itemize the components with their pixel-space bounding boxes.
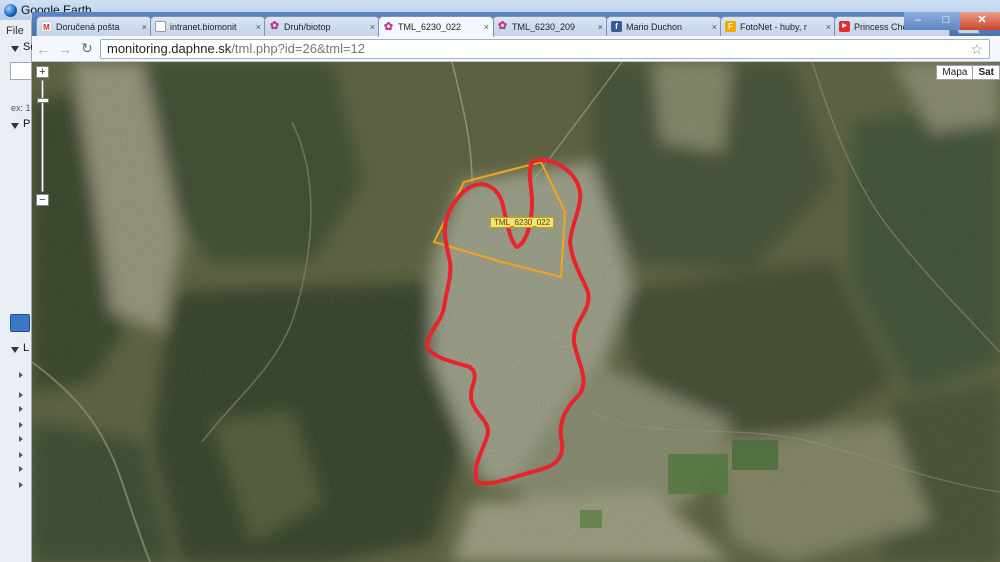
tree-expand-icon[interactable]: [19, 406, 23, 412]
satellite-imagery: [32, 62, 1000, 562]
flower-icon: ✿: [269, 20, 280, 32]
address-domain: monitoring.daphne.sk: [107, 41, 232, 56]
tab-4[interactable]: ✿ TML_6230_022 ×: [378, 16, 494, 37]
address-path: /tml.php?id=26&tml=12: [231, 41, 366, 56]
google-earth-globe-icon: [4, 3, 17, 17]
facebook-icon: f: [611, 21, 622, 32]
close-tab-icon[interactable]: ×: [598, 22, 603, 32]
minimize-button[interactable]: –: [904, 12, 932, 30]
layers-panel-label: L: [23, 342, 30, 354]
close-tab-icon[interactable]: ×: [826, 22, 831, 32]
bookmark-star-icon[interactable]: ☆: [970, 40, 983, 58]
tab-3[interactable]: ✿ Druh/biotop ×: [264, 16, 380, 36]
google-earth-sidebar: File Se ex: 1 P L: [0, 20, 36, 562]
tree-expand-icon[interactable]: [19, 392, 23, 398]
menu-file[interactable]: File: [6, 25, 24, 37]
earth-search-button[interactable]: [10, 314, 30, 332]
reload-button[interactable]: ↻: [76, 40, 98, 57]
tab-1[interactable]: M Doručená pošta ×: [36, 16, 152, 36]
tab-5[interactable]: ✿ TML_6230_209 ×: [492, 16, 608, 36]
document-icon: [155, 21, 166, 32]
zoom-out-button[interactable]: −: [36, 194, 49, 206]
tab-7[interactable]: F FotoNet - huby, r ×: [720, 16, 836, 36]
tab-title: Doručená pošta: [56, 21, 120, 32]
address-bar[interactable]: monitoring.daphne.sk/tml.php?id=26&tml=1…: [100, 39, 990, 59]
tree-expand-icon[interactable]: [19, 482, 23, 488]
close-tab-icon[interactable]: ×: [256, 22, 261, 32]
tree-expand-icon[interactable]: [19, 422, 23, 428]
tab-title: TML_6230_209: [512, 21, 576, 32]
search-panel-toggle-icon[interactable]: [11, 46, 19, 52]
fotonet-icon: F: [725, 21, 736, 32]
close-tab-icon[interactable]: ×: [484, 22, 489, 32]
tree-expand-icon[interactable]: [19, 372, 23, 378]
tree-expand-icon[interactable]: [19, 466, 23, 472]
map-type-control: Mapa Sat: [936, 65, 1000, 80]
tab-title: Druh/biotop: [284, 21, 331, 32]
tab-strip: M Doručená pošta × intranet.biomonit × ✿ Druh/…: [32, 12, 1000, 37]
browser-toolbar: ← → ↻ monitoring.daphne.sk/tml.php?id=26…: [32, 36, 1000, 62]
close-tab-icon[interactable]: ×: [142, 22, 147, 32]
tab-title: TML_6230_022: [398, 22, 462, 32]
zoom-slider-track[interactable]: [41, 80, 44, 192]
map-type-satellite-button[interactable]: Sat: [973, 65, 1000, 80]
zoom-control: + −: [36, 66, 50, 206]
maximize-button[interactable]: □: [932, 12, 960, 30]
gmail-icon: M: [41, 21, 52, 32]
back-button[interactable]: ←: [32, 41, 54, 57]
places-panel-label: P: [23, 118, 31, 130]
plot-label[interactable]: TML_6230_022: [490, 217, 555, 228]
forward-button[interactable]: →: [54, 41, 76, 57]
places-panel-toggle-icon[interactable]: [11, 123, 19, 129]
close-window-button[interactable]: ✕: [960, 12, 1000, 30]
tree-expand-icon[interactable]: [19, 436, 23, 442]
youtube-icon: ▶: [839, 21, 850, 32]
earth-search-input[interactable]: [10, 62, 32, 80]
earth-search-hint: ex: 1: [11, 103, 31, 113]
close-tab-icon[interactable]: ×: [712, 22, 717, 32]
tab-title: Mario Duchon: [626, 21, 683, 32]
layers-panel-toggle-icon[interactable]: [11, 347, 19, 353]
close-tab-icon[interactable]: ×: [370, 22, 375, 32]
tree-expand-icon[interactable]: [19, 452, 23, 458]
tab-2[interactable]: intranet.biomonit ×: [150, 16, 266, 36]
satellite-map[interactable]: Mapa Sat + − TML_6230_022: [32, 62, 1000, 562]
flower-icon: ✿: [497, 20, 508, 32]
tab-6[interactable]: f Mario Duchon ×: [606, 16, 722, 36]
tab-title: FotoNet - huby, r: [740, 21, 807, 32]
zoom-slider-handle[interactable]: [37, 98, 49, 104]
zoom-in-button[interactable]: +: [36, 66, 49, 78]
tab-title: intranet.biomonit: [170, 21, 237, 32]
map-type-map-button[interactable]: Mapa: [936, 65, 974, 80]
flower-icon: ✿: [383, 20, 394, 33]
window-controls: – □ ✕: [904, 12, 1000, 30]
browser-window: M Doručená pošta × intranet.biomonit × ✿ Druh/…: [32, 12, 1000, 562]
